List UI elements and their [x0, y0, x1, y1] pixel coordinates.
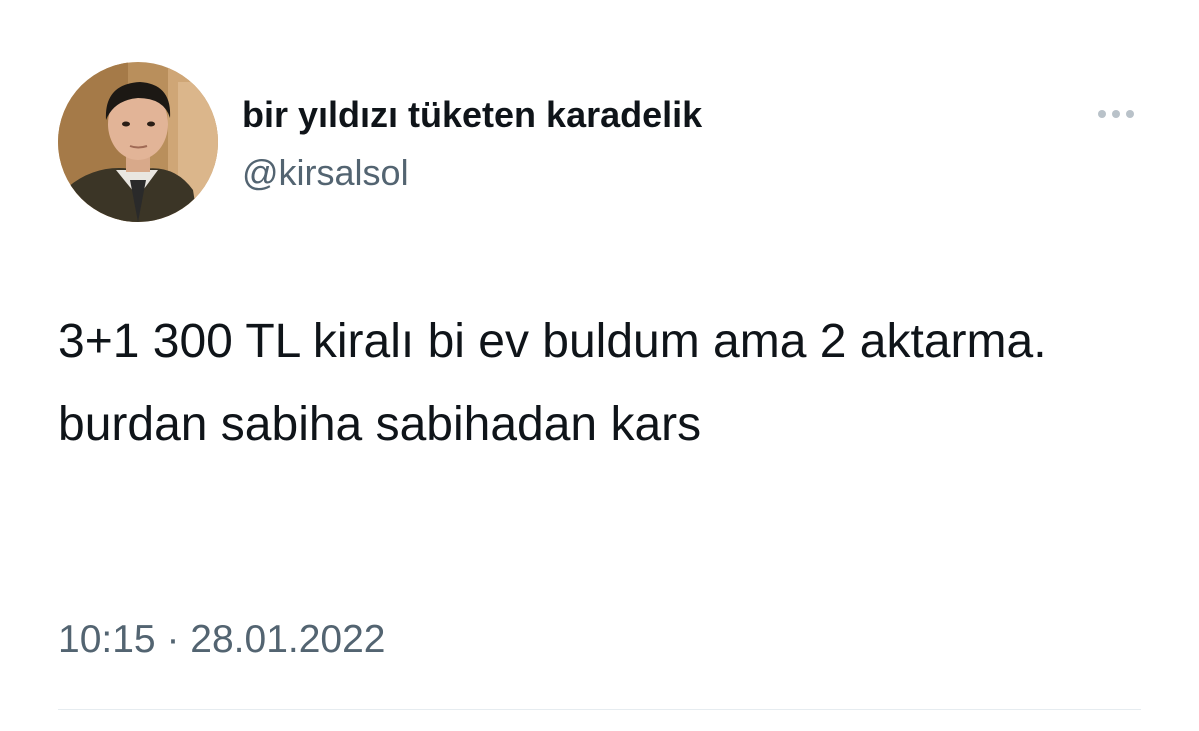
ellipsis-icon — [1126, 110, 1134, 118]
tweet-timestamp: 10:15 · 28.01.2022 — [58, 618, 386, 662]
avatar-photo-icon — [58, 62, 218, 222]
author-display-name[interactable]: bir yıldızı tüketen karadelik — [242, 94, 702, 136]
author-avatar[interactable] — [58, 62, 218, 222]
tweet-date[interactable]: 28.01.2022 — [190, 618, 385, 661]
more-options-button[interactable] — [1091, 100, 1141, 128]
author-handle[interactable]: @kirsalsol — [242, 152, 409, 194]
meta-separator: · — [166, 618, 180, 661]
ellipsis-icon — [1098, 110, 1106, 118]
ellipsis-icon — [1112, 110, 1120, 118]
divider — [58, 709, 1141, 710]
tweet-text: 3+1 300 TL kiralı bi ev buldum ama 2 akt… — [58, 315, 1047, 451]
tweet-time[interactable]: 10:15 — [58, 618, 156, 661]
